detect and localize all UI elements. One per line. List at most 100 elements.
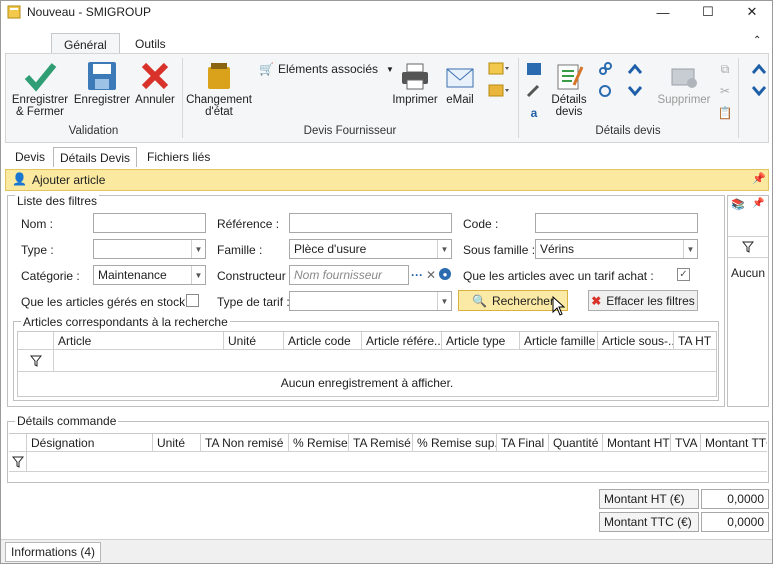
nom-input[interactable] — [93, 213, 206, 233]
col-article[interactable]: Article — [54, 332, 224, 349]
folder-open-icon[interactable] — [486, 82, 512, 98]
link-icon[interactable] — [596, 60, 614, 78]
type-tarif-label: Type de tarif : — [217, 295, 290, 309]
constructeur-input[interactable]: Nom fournisseur — [289, 265, 409, 285]
tab-fichiers-lies[interactable]: Fichiers liés — [141, 147, 216, 167]
results-filter-row — [18, 350, 716, 372]
cancel-button[interactable]: Annuler — [132, 58, 178, 106]
order-filter-row — [9, 452, 767, 472]
app-icon — [7, 5, 21, 19]
copy-icon[interactable]: ⧉ — [716, 60, 734, 78]
montant-ttc-label: Montant TTC (€) — [599, 512, 699, 532]
collapse-ribbon-icon[interactable]: ⌃ — [753, 35, 761, 46]
col-ta-ht[interactable]: TA HT — [674, 332, 716, 349]
col-pct-remise-sup[interactable]: % Remise sup. — [413, 434, 497, 451]
col-ta-final[interactable]: TA Final — [497, 434, 549, 451]
col-unite[interactable]: Unité — [224, 332, 284, 349]
col-ta-remise[interactable]: TA Remisé — [349, 434, 413, 451]
categorie-select[interactable]: Maintenance ▼ — [93, 265, 206, 285]
save-close-button[interactable]: Enregistrer & Fermer — [8, 58, 72, 118]
tarif-achat-label: Que les articles avec un tarif achat : — [463, 269, 654, 283]
scissors-icon[interactable]: ✂ — [716, 82, 734, 100]
floppy-icon — [72, 58, 132, 94]
type-tarif-select[interactable]: ▼ — [289, 291, 452, 311]
change-state-button[interactable]: Changement d'état — [184, 58, 254, 118]
tab-general[interactable]: Général — [51, 33, 120, 54]
filter-icon[interactable] — [728, 236, 768, 258]
arrow-down-icon[interactable] — [626, 82, 644, 100]
info-icon[interactable]: ● — [439, 268, 451, 280]
col-montant-ttc[interactable]: Montant TTC — [701, 434, 767, 451]
status-bar: Informations (4) — [1, 539, 772, 563]
print-label: Imprimer — [392, 94, 438, 106]
type-select[interactable]: ▼ — [93, 239, 206, 259]
tarif-achat-checkbox[interactable]: ✓ — [677, 268, 690, 281]
constructeur-label: Constructeur : — [217, 269, 293, 283]
col-ta-non-remise[interactable]: TA Non remisé — [201, 434, 289, 451]
associated-label: Eléments associés — [277, 62, 378, 76]
col-designation[interactable]: Désignation — [27, 434, 153, 451]
reference-input[interactable] — [289, 213, 452, 233]
document-tab-bar: Devis Détails Devis Fichiers liés — [5, 145, 769, 167]
clear-filters-button[interactable]: ✖ Effacer les filtres — [588, 290, 698, 311]
chevron-down-icon: ▼ — [191, 240, 205, 258]
tab-devis[interactable]: Devis — [9, 147, 51, 167]
refresh-icon[interactable] — [596, 82, 614, 100]
pin-icon[interactable]: 📌 — [752, 172, 766, 185]
grid-header-spacer — [9, 434, 27, 451]
close-button[interactable]: ✕ — [730, 1, 773, 23]
col-article-famille[interactable]: Article famille — [520, 332, 598, 349]
tools-icon[interactable] — [524, 82, 544, 100]
montant-ht-value[interactable]: 0,0000 — [701, 489, 769, 509]
col-article-sous-famille[interactable]: Article sous-... — [598, 332, 674, 349]
books-icon[interactable]: 📚 — [731, 198, 745, 211]
col-article-code[interactable]: Article code — [284, 332, 362, 349]
arrow-up-icon[interactable] — [626, 60, 644, 78]
famille-select[interactable]: Plèce d'usure ▼ — [289, 239, 452, 259]
col-tva[interactable]: TVA — [671, 434, 701, 451]
folder-icon[interactable] — [486, 60, 512, 76]
group-devis-label: Devis Fournisseur — [303, 125, 397, 137]
maximize-button[interactable]: ☐ — [686, 1, 730, 23]
print-button[interactable]: Imprimer — [392, 58, 438, 106]
col-pct-remise[interactable]: % Remise — [289, 434, 349, 451]
categorie-value: Maintenance — [98, 268, 167, 282]
email-button[interactable]: eMail — [440, 58, 480, 106]
paste-icon[interactable]: 📋 — [716, 104, 734, 122]
col-article-type[interactable]: Article type — [442, 332, 520, 349]
filter-icon[interactable] — [18, 350, 54, 371]
save-button[interactable]: Enregistrer — [72, 58, 132, 106]
change-state-label: Changement d'état — [186, 94, 252, 118]
informations-tab[interactable]: Informations (4) — [5, 542, 102, 562]
add-article-bar[interactable]: 👤 Ajouter article 📌 — [5, 169, 769, 191]
clear-icon[interactable]: ✕ — [425, 267, 437, 283]
col-montant-ht[interactable]: Montant HT — [603, 434, 671, 451]
sous-famille-select[interactable]: Vérins ▼ — [535, 239, 698, 259]
tab-details-devis[interactable]: Détails Devis — [53, 147, 138, 167]
delete-button[interactable]: Supprimer — [654, 58, 714, 106]
more-icon[interactable]: ··· — [411, 267, 423, 283]
book-icon[interactable] — [524, 60, 544, 78]
details-devis-button[interactable]: Détails devis — [546, 58, 592, 118]
pin-icon[interactable]: 📌 — [752, 198, 764, 209]
code-label: Code : — [463, 217, 499, 231]
montant-ttc-value[interactable]: 0,0000 — [701, 512, 769, 532]
col-unite[interactable]: Unité — [153, 434, 201, 451]
col-article-reference[interactable]: Article référe... — [362, 332, 442, 349]
chevron-down-icon: ▼ — [683, 240, 697, 258]
tab-outils[interactable]: Outils — [123, 33, 178, 54]
col-quantite[interactable]: Quantité — [549, 434, 603, 451]
stock-checkbox[interactable] — [186, 294, 199, 307]
font-icon[interactable]: a — [524, 104, 544, 122]
save-close-label: Enregistrer & Fermer — [11, 94, 69, 118]
code-input[interactable] — [535, 213, 698, 233]
group-details-label: Détails devis — [595, 125, 661, 137]
search-icon: 🔍 — [472, 293, 487, 308]
minimize-button[interactable]: — — [641, 1, 685, 23]
filter-icon[interactable] — [9, 452, 27, 471]
ribbon-separator — [182, 58, 183, 138]
scroll-up-icon[interactable] — [750, 60, 768, 78]
scroll-down-icon[interactable] — [750, 82, 768, 100]
associated-elements-button[interactable]: 🛒 Eléments associés ▼ — [259, 62, 394, 76]
sous-famille-label: Sous famille : — [463, 243, 536, 257]
